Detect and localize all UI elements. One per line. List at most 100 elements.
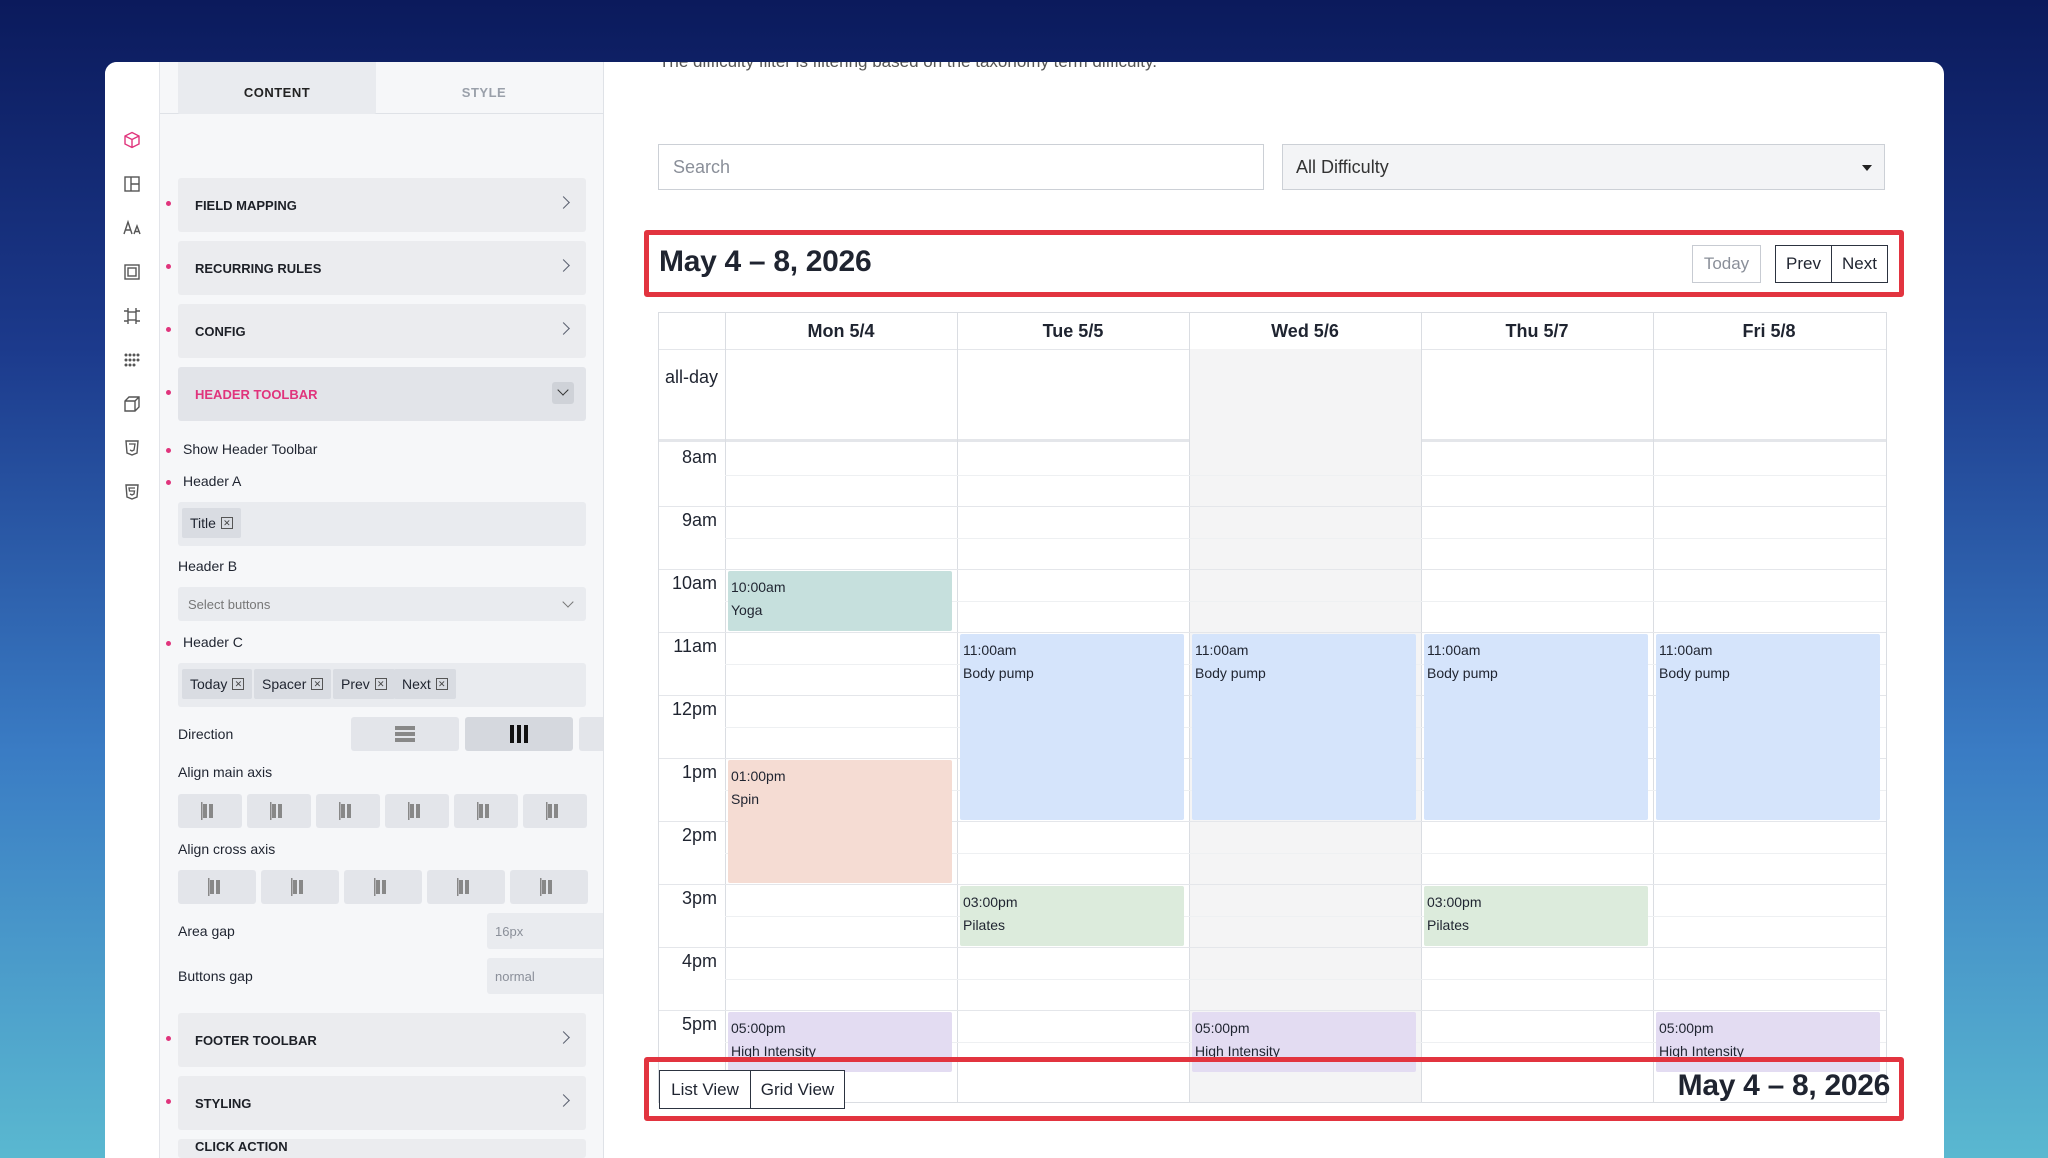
align-icon bbox=[374, 878, 386, 896]
tag-title[interactable]: Title ✕ bbox=[182, 508, 241, 538]
align-cross-option-4[interactable] bbox=[427, 870, 505, 904]
grid-dots-icon[interactable] bbox=[118, 346, 146, 374]
tag-next[interactable]: Next ✕ bbox=[394, 669, 456, 699]
align-main-option-1[interactable] bbox=[178, 794, 242, 828]
event-time: 01:00pm bbox=[731, 768, 786, 784]
calendar-event[interactable]: 11:00am Body pump bbox=[1656, 634, 1880, 820]
align-main-option-4[interactable] bbox=[385, 794, 449, 828]
crop-icon[interactable] bbox=[118, 302, 146, 330]
rows-icon bbox=[395, 726, 415, 742]
hour-line bbox=[659, 1010, 1886, 1011]
tab-content[interactable]: CONTENT bbox=[178, 62, 376, 114]
select-placeholder: Select buttons bbox=[188, 596, 271, 612]
modified-dot bbox=[166, 201, 171, 206]
accordion-header-toolbar[interactable]: HEADER TOOLBAR bbox=[178, 367, 586, 421]
align-icon bbox=[477, 802, 489, 820]
list-view-button[interactable]: List View bbox=[659, 1070, 751, 1109]
calendar-event[interactable]: 10:00am Yoga bbox=[728, 571, 952, 631]
calendar-event[interactable]: 11:00am Body pump bbox=[960, 634, 1184, 820]
align-cross-option-3[interactable] bbox=[344, 870, 422, 904]
align-icon bbox=[291, 878, 303, 896]
accordion-footer-toolbar[interactable]: FOOTER TOOLBAR bbox=[178, 1013, 586, 1067]
event-time: 05:00pm bbox=[731, 1020, 786, 1036]
next-button[interactable]: Next bbox=[1831, 245, 1888, 283]
html5-icon[interactable] bbox=[118, 478, 146, 506]
chevron-right-icon bbox=[557, 1094, 570, 1107]
chevron-down-icon[interactable] bbox=[552, 382, 574, 404]
area-gap-input[interactable]: 16px bbox=[487, 913, 603, 949]
prev-button[interactable]: Prev bbox=[1775, 245, 1831, 283]
accordion-label: FIELD MAPPING bbox=[195, 197, 297, 213]
event-time: 05:00pm bbox=[1195, 1020, 1250, 1036]
calendar-event[interactable]: 11:00am Body pump bbox=[1424, 634, 1648, 820]
align-icon bbox=[270, 802, 282, 820]
show-header-toolbar-label: Show Header Toolbar bbox=[183, 441, 318, 457]
box3d-icon[interactable] bbox=[118, 390, 146, 418]
calendar-preview: The difficulty filter is filtering based… bbox=[604, 62, 1944, 1158]
remove-tag-icon[interactable]: ✕ bbox=[220, 517, 233, 529]
accordion-recurring-rules[interactable]: RECURRING RULES bbox=[178, 241, 586, 295]
difficulty-select[interactable]: All Difficulty bbox=[1282, 144, 1885, 190]
direction-column-button[interactable] bbox=[465, 717, 573, 751]
tag-label: Today bbox=[190, 676, 228, 692]
calendar-event[interactable]: 01:00pm Spin bbox=[728, 760, 952, 883]
align-cross-option-1[interactable] bbox=[178, 870, 256, 904]
grid-view-button[interactable]: Grid View bbox=[750, 1070, 845, 1109]
accordion-label: CLICK ACTION bbox=[195, 1139, 288, 1154]
align-main-option-2[interactable] bbox=[247, 794, 311, 828]
remove-tag-icon[interactable]: ✕ bbox=[232, 678, 245, 690]
header-a-tags[interactable]: Title ✕ bbox=[178, 502, 586, 546]
remove-tag-icon[interactable]: ✕ bbox=[435, 678, 448, 690]
align-main-option-6[interactable] bbox=[523, 794, 587, 828]
tag-label: Prev bbox=[341, 676, 370, 692]
hour-line bbox=[659, 947, 1886, 948]
tag-prev[interactable]: Prev ✕ bbox=[333, 669, 395, 699]
icon-sidebar bbox=[105, 62, 160, 1158]
day-column[interactable] bbox=[1421, 313, 1422, 1102]
css3-icon[interactable] bbox=[118, 434, 146, 462]
tab-style[interactable]: STYLE bbox=[385, 62, 583, 114]
day-column[interactable] bbox=[1653, 313, 1654, 1102]
align-main-option-3[interactable] bbox=[316, 794, 380, 828]
remove-tag-icon[interactable]: ✕ bbox=[374, 678, 387, 690]
layout-icon[interactable] bbox=[118, 170, 146, 198]
typography-icon[interactable] bbox=[118, 214, 146, 242]
tag-spacer[interactable]: Spacer ✕ bbox=[254, 669, 332, 699]
calendar-event[interactable]: 11:00am Body pump bbox=[1192, 634, 1416, 820]
footer-calendar-title: May 4 – 8, 2026 bbox=[1677, 1069, 1891, 1102]
accordion-styling[interactable]: STYLING bbox=[178, 1076, 586, 1130]
buttons-gap-value: normal bbox=[495, 968, 535, 984]
remove-tag-icon[interactable]: ✕ bbox=[311, 678, 324, 690]
accordion-field-mapping[interactable]: FIELD MAPPING bbox=[178, 178, 586, 232]
align-main-option-5[interactable] bbox=[454, 794, 518, 828]
header-c-label: Header C bbox=[183, 634, 243, 650]
day-column[interactable] bbox=[1189, 313, 1190, 1102]
all-day-label: all-day bbox=[665, 367, 719, 387]
today-button[interactable]: Today bbox=[1692, 245, 1761, 283]
calendar-event[interactable]: 03:00pm Pilates bbox=[1424, 886, 1648, 946]
search-input[interactable]: Search bbox=[658, 144, 1264, 190]
cube-icon[interactable] bbox=[118, 126, 146, 154]
event-title: Pilates bbox=[963, 917, 1006, 933]
align-cross-option-5[interactable] bbox=[510, 870, 588, 904]
accordion-click-action[interactable]: CLICK ACTION bbox=[178, 1139, 586, 1158]
direction-row-button[interactable] bbox=[351, 717, 459, 751]
accordion-config[interactable]: CONFIG bbox=[178, 304, 586, 358]
buttons-gap-input[interactable]: normal bbox=[487, 958, 603, 994]
modified-dot bbox=[166, 1099, 171, 1104]
day-column[interactable] bbox=[957, 313, 958, 1102]
hour-label: 12pm bbox=[671, 699, 717, 719]
direction-reverse-button[interactable] bbox=[579, 717, 603, 751]
event-title: Body pump bbox=[1427, 665, 1498, 681]
header-b-select[interactable]: Select buttons bbox=[178, 587, 586, 621]
event-time: 10:00am bbox=[731, 579, 786, 595]
align-cross-option-2[interactable] bbox=[261, 870, 339, 904]
calendar-title: May 4 – 8, 2026 bbox=[659, 245, 872, 278]
hour-label: 5pm bbox=[681, 1014, 717, 1034]
header-c-tags[interactable]: Today ✕ Spacer ✕ Prev ✕ Next ✕ bbox=[178, 663, 586, 707]
modified-dot bbox=[166, 448, 171, 453]
tag-today[interactable]: Today ✕ bbox=[182, 669, 253, 699]
frame-icon[interactable] bbox=[118, 258, 146, 286]
calendar-event[interactable]: 03:00pm Pilates bbox=[960, 886, 1184, 946]
app-window: CONTENT STYLE FIELD MAPPING RECURRING RU… bbox=[105, 62, 1944, 1158]
